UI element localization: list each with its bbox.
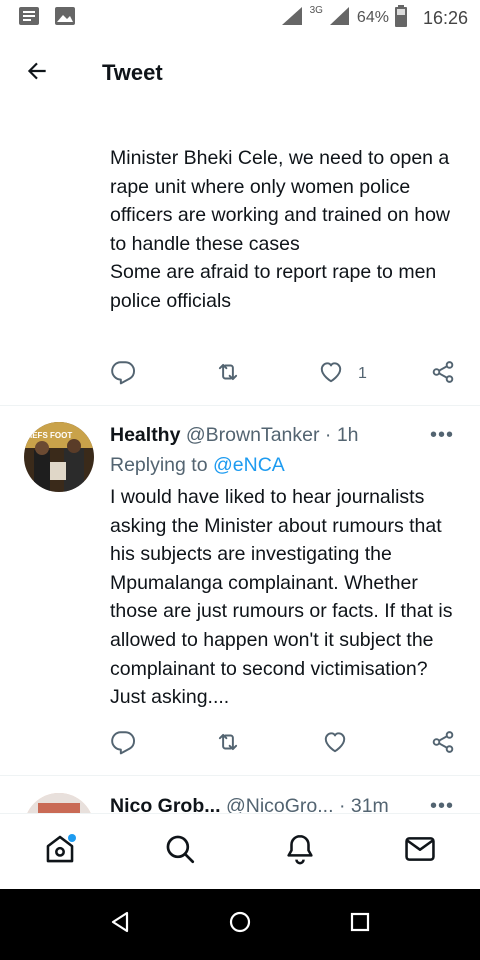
- mail-icon: [403, 832, 437, 871]
- unread-dot: [68, 833, 76, 842]
- timestamp[interactable]: 31m: [351, 795, 389, 813]
- clock: 16:26: [422, 7, 468, 28]
- nav-search[interactable]: [150, 822, 210, 882]
- notification-news-icon: [18, 6, 40, 31]
- search-icon: [163, 832, 197, 871]
- share-button[interactable]: [430, 359, 456, 389]
- arrow-left-icon: [24, 58, 50, 89]
- like-count: 1: [358, 365, 367, 382]
- signal-icon: [280, 5, 304, 32]
- tweet-header: Nico Grob... @NicoGro... · 31m: [110, 795, 460, 813]
- page-title: Tweet: [102, 60, 163, 85]
- display-name[interactable]: Nico Grob...: [110, 795, 221, 813]
- retweet-button[interactable]: [215, 729, 241, 759]
- triangle-back-icon: [108, 910, 132, 939]
- avatar[interactable]: IEFS FOOT: [24, 422, 94, 492]
- reply-button[interactable]: [110, 359, 136, 389]
- like-button[interactable]: 1: [318, 359, 367, 389]
- divider: [0, 405, 480, 406]
- nav-notifications[interactable]: [270, 822, 330, 882]
- system-navigation-bar: [0, 889, 480, 960]
- reply-button[interactable]: [110, 729, 136, 759]
- system-back-button[interactable]: [90, 895, 150, 955]
- divider: [0, 775, 480, 776]
- retweet-button[interactable]: [215, 359, 241, 389]
- reply-icon: [110, 729, 136, 760]
- timestamp[interactable]: 1h: [337, 424, 359, 446]
- network-type: 3G: [309, 4, 323, 16]
- display-name[interactable]: Healthy: [110, 424, 180, 446]
- share-button[interactable]: [430, 729, 456, 759]
- avatar[interactable]: [24, 793, 94, 813]
- reply-icon: [110, 359, 136, 390]
- battery-icon: [394, 4, 407, 32]
- username[interactable]: @BrownTanker: [186, 424, 320, 446]
- like-button[interactable]: [322, 729, 348, 759]
- system-home-button[interactable]: [210, 895, 270, 955]
- replying-to-handle[interactable]: @eNCA: [213, 454, 285, 476]
- nav-messages[interactable]: [390, 822, 450, 882]
- heart-icon: [318, 359, 344, 390]
- share-icon: [430, 729, 456, 760]
- share-icon: [430, 359, 456, 390]
- replying-to: Replying to @eNCA: [110, 454, 285, 477]
- more-options-button[interactable]: •••: [430, 795, 454, 813]
- retweet-icon: [215, 729, 241, 760]
- tweet-actions: [110, 729, 460, 759]
- username[interactable]: @NicoGro...: [226, 795, 334, 813]
- retweet-icon: [215, 359, 241, 390]
- top-app-bar: Tweet: [0, 36, 480, 110]
- tweet-thread[interactable]: Minister Bheki Cele, we need to open a r…: [0, 110, 480, 813]
- tweet-actions: 1: [110, 359, 460, 389]
- separator: ·: [324, 424, 332, 446]
- battery-percent: 64%: [356, 9, 389, 26]
- nav-home[interactable]: [30, 822, 90, 882]
- notification-image-icon: [54, 6, 76, 31]
- back-button[interactable]: [0, 36, 74, 110]
- more-options-button[interactable]: •••: [430, 424, 454, 447]
- replying-prefix: Replying to: [110, 454, 208, 476]
- circle-home-icon: [228, 910, 252, 939]
- tweet-text: Minister Bheki Cele, we need to open a r…: [110, 147, 451, 312]
- heart-icon: [322, 729, 348, 760]
- tweet-text: I would have liked to hear journalists a…: [110, 486, 453, 709]
- square-recents-icon: [348, 910, 372, 939]
- separator: ·: [338, 795, 346, 813]
- tweet-header: Healthy @BrownTanker · 1h: [110, 424, 460, 447]
- status-bar: 3G 64% 16:26: [0, 0, 480, 36]
- signal-3g-icon: [329, 5, 351, 32]
- avatar-banner-text: IEFS FOOT: [30, 431, 72, 440]
- bell-icon: [283, 832, 317, 871]
- system-recents-button[interactable]: [330, 895, 390, 955]
- bottom-navigation: [0, 813, 480, 889]
